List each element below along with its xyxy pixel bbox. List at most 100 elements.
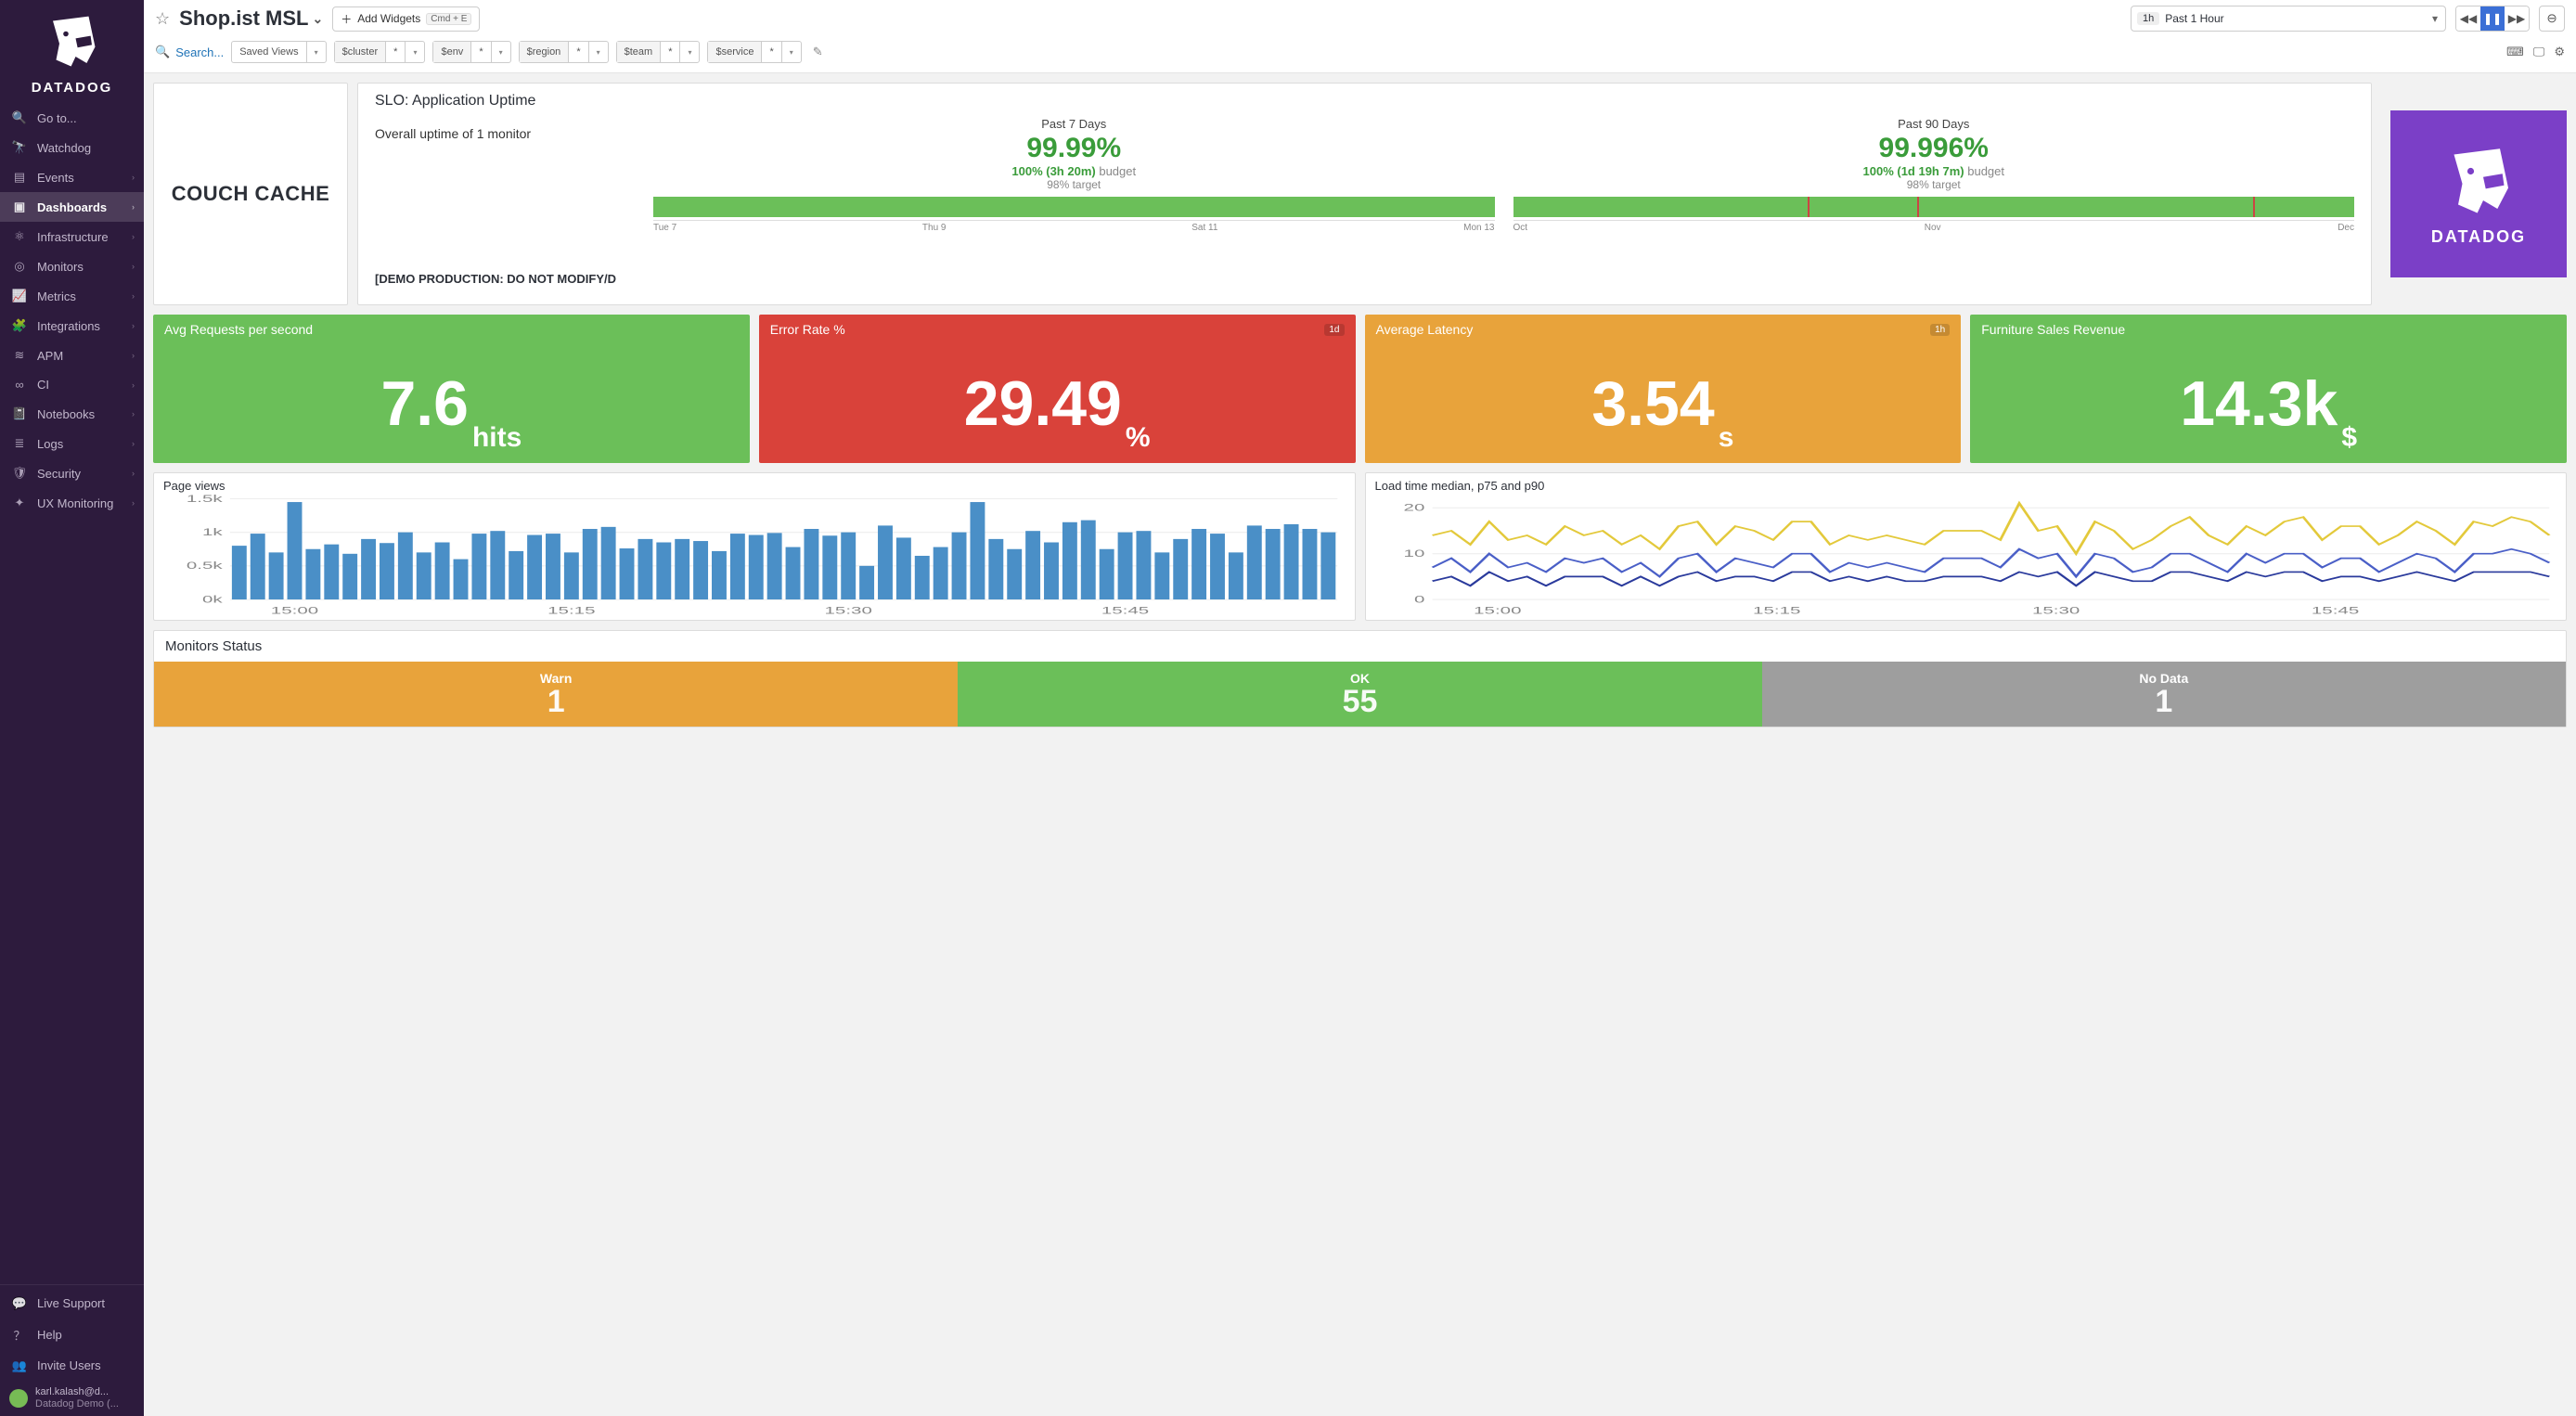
query-value-error-rate-[interactable]: Error Rate %1d 29.49% bbox=[759, 315, 1356, 463]
logs-icon: ≣ bbox=[9, 436, 30, 451]
main: ☆ Shop.ist MSL ⌄ ＋ Add Widgets Cmd + E 1… bbox=[144, 0, 2576, 1416]
avatar bbox=[9, 1389, 28, 1408]
time-label: Past 1 Hour bbox=[2165, 12, 2425, 25]
template-var-cluster[interactable]: $cluster*▾ bbox=[334, 41, 426, 63]
chevron-right-icon: › bbox=[132, 351, 135, 360]
favorite-star-icon[interactable]: ☆ bbox=[155, 9, 170, 29]
sidebar-item-dashboards[interactable]: ▣Dashboards› bbox=[0, 192, 144, 222]
svg-text:1k: 1k bbox=[202, 527, 224, 538]
sidebar-item-logs[interactable]: ≣Logs› bbox=[0, 429, 144, 458]
zoom-out-button[interactable]: ⊖ bbox=[2539, 6, 2565, 32]
sidebar-item-integrations[interactable]: 🧩Integrations› bbox=[0, 311, 144, 341]
edit-filters-icon[interactable]: ✎ bbox=[813, 45, 823, 59]
puzzle-icon: 🧩 bbox=[9, 318, 30, 333]
template-var-region[interactable]: $region*▾ bbox=[519, 41, 609, 63]
svg-text:20: 20 bbox=[1403, 502, 1424, 513]
keyboard-icon[interactable]: ⌨ bbox=[2506, 45, 2524, 59]
step-forward-button[interactable]: ▶▶ bbox=[2505, 6, 2529, 31]
sidebar-footer-help[interactable]: ？Help bbox=[0, 1319, 144, 1351]
image-widget-datadog[interactable]: DATADOG bbox=[2390, 110, 2567, 277]
chevron-right-icon: › bbox=[132, 291, 135, 301]
sidebar-item-apm[interactable]: ≋APM› bbox=[0, 341, 144, 370]
query-value-average-latency[interactable]: Average Latency1h 3.54s bbox=[1365, 315, 1962, 463]
datadog-logo-icon bbox=[40, 11, 105, 76]
user-menu[interactable]: karl.kalash@d...Datadog Demo (... bbox=[0, 1381, 144, 1416]
playback-controls: ◀◀ ❚❚ ▶▶ bbox=[2455, 6, 2530, 32]
plus-icon: ＋ bbox=[341, 11, 352, 27]
sidebar-item-events[interactable]: ▤Events› bbox=[0, 162, 144, 192]
brand-name: DATADOG bbox=[32, 80, 113, 96]
search-link[interactable]: 🔍 Search... bbox=[155, 45, 224, 59]
sidebar-item-go-to-[interactable]: 🔍Go to... bbox=[0, 103, 144, 133]
caret-down-icon: ▾ bbox=[2425, 12, 2445, 25]
shield-icon: 🛡 bbox=[9, 466, 30, 481]
page-views-chart[interactable]: Page views 0k0.5k1k1.5k15:0015:1515:3015… bbox=[153, 472, 1356, 621]
slo-bar bbox=[653, 197, 1495, 217]
sidebar-item-metrics[interactable]: 📈Metrics› bbox=[0, 281, 144, 311]
sidebar-item-infrastructure[interactable]: ⚛Infrastructure› bbox=[0, 222, 144, 251]
gear-icon[interactable]: ⚙ bbox=[2554, 45, 2565, 59]
monitor-status-ok[interactable]: OK55 bbox=[958, 662, 1761, 727]
chevron-right-icon: › bbox=[132, 232, 135, 241]
pause-button[interactable]: ❚❚ bbox=[2480, 6, 2505, 31]
header-filters: 🔍 Search... Saved Views ▾ $cluster*▾ $env… bbox=[144, 37, 2576, 73]
svg-text:1.5k: 1.5k bbox=[187, 495, 224, 504]
slo-demo-label: [DEMO PRODUCTION: DO NOT MODIFY/D bbox=[375, 272, 635, 286]
sidebar-item-notebooks[interactable]: 📓Notebooks› bbox=[0, 399, 144, 429]
apm-icon: ≋ bbox=[9, 348, 30, 363]
query-value-furniture-sales-revenue[interactable]: Furniture Sales Revenue 14.3k$ bbox=[1970, 315, 2567, 463]
dashboard-title[interactable]: Shop.ist MSL ⌄ bbox=[179, 6, 323, 31]
load-time-chart[interactable]: Load time median, p75 and p90 0102015:00… bbox=[1365, 472, 2568, 621]
query-value-avg-requests-per-second[interactable]: Avg Requests per second 7.6hits bbox=[153, 315, 750, 463]
datadog-logo-icon bbox=[2435, 142, 2523, 225]
sidebar-footer-live-support[interactable]: 💬Live Support bbox=[0, 1289, 144, 1319]
caret-down-icon: ▾ bbox=[307, 42, 326, 62]
template-var-service[interactable]: $service*▾ bbox=[707, 41, 801, 63]
dashboard-body: COUCH CACHE SLO: Application Uptime Over… bbox=[144, 73, 2576, 1416]
brand-logo[interactable]: DATADOG bbox=[0, 0, 144, 103]
sidebar-item-security[interactable]: 🛡Security› bbox=[0, 458, 144, 488]
sidebar-item-ux-monitoring[interactable]: ✦UX Monitoring› bbox=[0, 488, 144, 518]
sidebar-item-ci[interactable]: ∞CI› bbox=[0, 370, 144, 399]
template-var-team[interactable]: $team*▾ bbox=[616, 41, 701, 63]
tv-mode-icon[interactable]: 🖵 bbox=[2533, 45, 2545, 59]
svg-text:15:45: 15:45 bbox=[2311, 605, 2358, 616]
monitor-status-warn[interactable]: Warn1 bbox=[154, 662, 958, 727]
kbd-hint: Cmd + E bbox=[426, 13, 471, 25]
saved-views-dropdown[interactable]: Saved Views ▾ bbox=[231, 41, 326, 63]
sidebar-item-monitors[interactable]: ◎Monitors› bbox=[0, 251, 144, 281]
sidebar-item-watchdog[interactable]: 🔭Watchdog bbox=[0, 133, 144, 162]
caret-down-icon: ▾ bbox=[492, 42, 510, 62]
chevron-right-icon: › bbox=[132, 439, 135, 448]
list-icon: ▤ bbox=[9, 170, 30, 185]
slo-bar bbox=[1513, 197, 2355, 217]
template-var-env[interactable]: $env*▾ bbox=[432, 41, 510, 63]
chevron-right-icon: › bbox=[132, 498, 135, 508]
sidebar-footer-invite-users[interactable]: 👥Invite Users bbox=[0, 1351, 144, 1381]
image-widget-couch-cache[interactable]: COUCH CACHE bbox=[153, 83, 348, 305]
add-widgets-button[interactable]: ＋ Add Widgets Cmd + E bbox=[332, 6, 480, 32]
chevron-right-icon: › bbox=[132, 380, 135, 390]
slo-overall-text: Overall uptime of 1 monitor bbox=[375, 126, 635, 141]
slo-title: SLO: Application Uptime bbox=[375, 93, 2354, 109]
chevron-right-icon: › bbox=[132, 262, 135, 271]
caret-down-icon: ▾ bbox=[406, 42, 424, 62]
invite-icon: 👥 bbox=[9, 1358, 30, 1373]
time-badge: 1h bbox=[2137, 12, 2159, 25]
monitor-status-nodata[interactable]: No Data1 bbox=[1762, 662, 2566, 727]
chevron-right-icon: › bbox=[132, 202, 135, 212]
header-top: ☆ Shop.ist MSL ⌄ ＋ Add Widgets Cmd + E 1… bbox=[144, 0, 2576, 37]
monitors-status-widget[interactable]: Monitors Status Warn1OK55No Data1 bbox=[153, 630, 2567, 727]
search-icon: 🔍 bbox=[155, 45, 170, 59]
time-badge: 1d bbox=[1324, 324, 1344, 336]
help-icon: ？ bbox=[9, 1326, 30, 1344]
binoculars-icon: 🔭 bbox=[9, 140, 30, 155]
chat-icon: 💬 bbox=[9, 1296, 30, 1311]
caret-down-icon: ▾ bbox=[680, 42, 699, 62]
svg-text:15:00: 15:00 bbox=[1474, 605, 1521, 616]
caret-down-icon: ▾ bbox=[589, 42, 608, 62]
slo-widget[interactable]: SLO: Application Uptime Overall uptime o… bbox=[357, 83, 2372, 305]
time-range-picker[interactable]: 1h Past 1 Hour ▾ bbox=[2131, 6, 2446, 32]
chevron-right-icon: › bbox=[132, 173, 135, 182]
step-back-button[interactable]: ◀◀ bbox=[2456, 6, 2480, 31]
